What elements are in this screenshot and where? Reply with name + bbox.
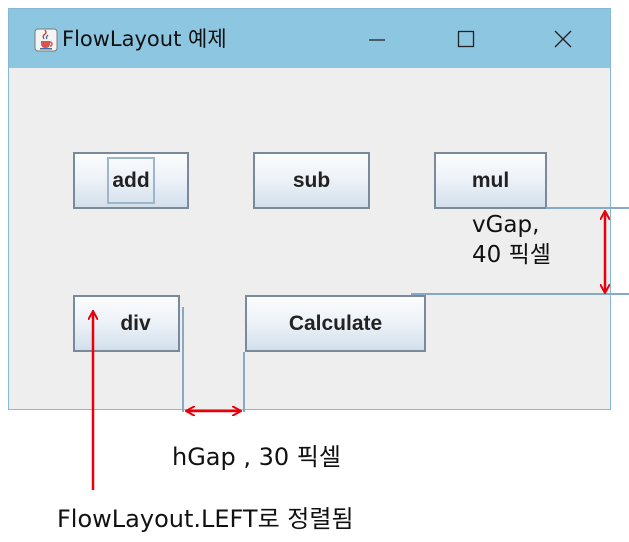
vgap-label: vGap, 40 픽셀: [472, 210, 551, 270]
vgap-label-line2: 40 픽셀: [472, 242, 551, 268]
hgap-label: hGap , 30 픽셀: [172, 443, 341, 471]
align-label: FlowLayout.LEFT로 정렬됨: [57, 505, 354, 533]
vgap-label-line1: vGap,: [472, 212, 540, 238]
